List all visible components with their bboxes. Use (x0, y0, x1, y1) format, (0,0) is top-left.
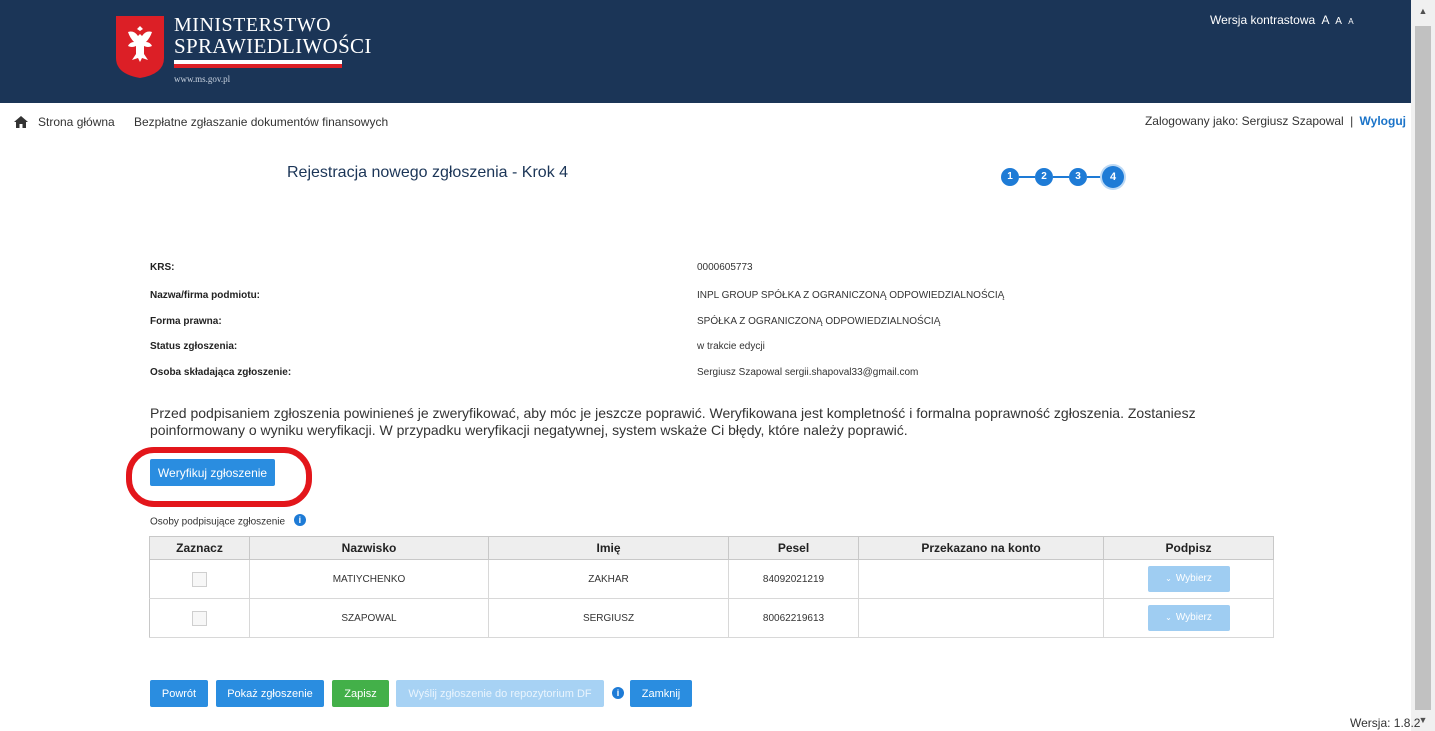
contrast-label[interactable]: Wersja kontrastowa (1210, 13, 1315, 27)
vertical-scrollbar[interactable]: ▲ ▼ (1411, 0, 1435, 731)
font-size-large[interactable]: A (1322, 13, 1329, 27)
logout-link[interactable]: Wyloguj (1360, 114, 1406, 128)
save-button[interactable]: Zapisz (332, 680, 389, 707)
row-checkbox[interactable] (192, 571, 207, 587)
surname-cell: SZAPOWAL (249, 598, 489, 638)
verification-notice: Przed podpisaniem zgłoszenia powinieneś … (150, 405, 1196, 438)
app-version: Wersja: 1.8.2 (1350, 716, 1421, 730)
step-4-active: 4 (1102, 166, 1124, 188)
transferred-cell (858, 598, 1104, 638)
info-label: Forma prawna: (150, 316, 222, 327)
breadcrumb-current[interactable]: Bezpłatne zgłaszanie dokumentów finansow… (134, 115, 388, 129)
login-separator: | (1350, 114, 1354, 128)
login-info: Zalogowany jako: Sergiusz Szapowal | Wyl… (1145, 114, 1406, 128)
step-connector (1087, 176, 1103, 178)
row-checkbox[interactable] (192, 610, 207, 626)
show-submission-button[interactable]: Pokaż zgłoszenie (216, 680, 324, 707)
col-header: Zaznacz (149, 536, 250, 560)
step-3: 3 (1069, 168, 1087, 186)
chevron-down-icon: ⌄ (1165, 574, 1172, 583)
login-user: Sergiusz Szapowal (1241, 114, 1344, 128)
contrast-switch[interactable]: Wersja kontrastowa A A A (1210, 13, 1354, 27)
info-value: w trakcie edycji (697, 341, 765, 352)
scroll-thumb[interactable] (1415, 26, 1431, 710)
info-icon[interactable]: i (293, 514, 306, 526)
step-connector (1053, 176, 1069, 178)
table-row: MATIYCHENKO ZAKHAR 84092021219 ⌄ Wybierz (149, 559, 1274, 599)
info-value: INPL GROUP SPÓŁKA Z OGRANICZONĄ ODPOWIED… (697, 290, 1005, 301)
surname-cell: MATIYCHENKO (249, 559, 489, 599)
home-icon[interactable] (14, 116, 28, 128)
chevron-down-icon: ⌄ (1165, 613, 1172, 622)
logo-url: www.ms.gov.pl (174, 74, 231, 84)
info-label: Nazwa/firma podmiotu: (150, 290, 261, 301)
info-value: 0000605773 (697, 262, 753, 273)
font-size-small[interactable]: A (1348, 17, 1353, 26)
choose-label: Wybierz (1175, 573, 1212, 584)
col-header: Przekazano na konto (858, 536, 1104, 560)
info-value: Sergiusz Szapowal sergii.shapoval33@gmai… (697, 367, 919, 378)
font-size-medium[interactable]: A (1335, 16, 1342, 27)
sign-cell: ⌄ Wybierz (1103, 598, 1274, 638)
info-value: SPÓŁKA Z OGRANICZONĄ ODPOWIEDZIALNOŚCIĄ (697, 316, 941, 327)
signers-label-text: Osoby podpisujące zgłoszenie (150, 516, 286, 528)
choose-label: Wybierz (1175, 612, 1212, 623)
breadcrumb-home[interactable]: Strona główna (38, 115, 115, 129)
logo-line2: SPRAWIEDLIWOŚCI (174, 34, 372, 58)
back-button[interactable]: Powrót (150, 680, 208, 707)
col-header: Podpisz (1103, 536, 1274, 560)
send-to-repository-button[interactable]: Wyślij zgłoszenie do repozytorium DF (396, 680, 604, 707)
transferred-cell (858, 559, 1104, 599)
step-indicator: 1 2 3 4 (998, 166, 1128, 189)
login-prefix: Zalogowany jako: (1144, 114, 1239, 128)
col-header: Nazwisko (249, 536, 489, 560)
pesel-cell: 80062219613 (728, 598, 859, 638)
site-header: MINISTERSTWO SPRAWIEDLIWOŚCI www.ms.gov.… (0, 0, 1411, 103)
firstname-cell: ZAKHAR (488, 559, 729, 599)
table-header-row: Zaznacz Nazwisko Imię Pesel Przekazano n… (149, 536, 1274, 560)
info-label: Status zgłoszenia: (150, 341, 238, 352)
sign-cell: ⌄ Wybierz (1103, 559, 1274, 599)
close-button[interactable]: Zamknij (630, 680, 692, 707)
signers-table: Zaznacz Nazwisko Imię Pesel Przekazano n… (149, 536, 1274, 638)
select-cell (149, 598, 250, 638)
flag-stripe (174, 60, 342, 68)
info-label: KRS: (150, 262, 175, 273)
highlight-annotation (126, 447, 312, 507)
page-title: Rejestracja nowego zgłoszenia - Krok 4 (287, 164, 569, 181)
choose-dropdown[interactable]: ⌄ Wybierz (1147, 605, 1230, 631)
firstname-cell: SERGIUSZ (488, 598, 729, 638)
select-cell (149, 559, 250, 599)
info-icon[interactable]: i (612, 687, 624, 699)
scroll-up-icon[interactable]: ▲ (1411, 0, 1435, 22)
choose-dropdown[interactable]: ⌄ Wybierz (1147, 566, 1230, 592)
table-row: SZAPOWAL SERGIUSZ 80062219613 ⌄ Wybierz (149, 598, 1274, 638)
step-1: 1 (1001, 168, 1019, 186)
pesel-cell: 84092021219 (728, 559, 859, 599)
emblem-eagle-icon (116, 16, 164, 78)
col-header: Imię (488, 536, 729, 560)
step-connector (1019, 176, 1035, 178)
info-label: Osoba składająca zgłoszenie: (150, 367, 292, 378)
signers-label: Osoby podpisujące zgłoszenie i (150, 514, 306, 528)
col-header: Pesel (728, 536, 859, 560)
step-2: 2 (1035, 168, 1053, 186)
